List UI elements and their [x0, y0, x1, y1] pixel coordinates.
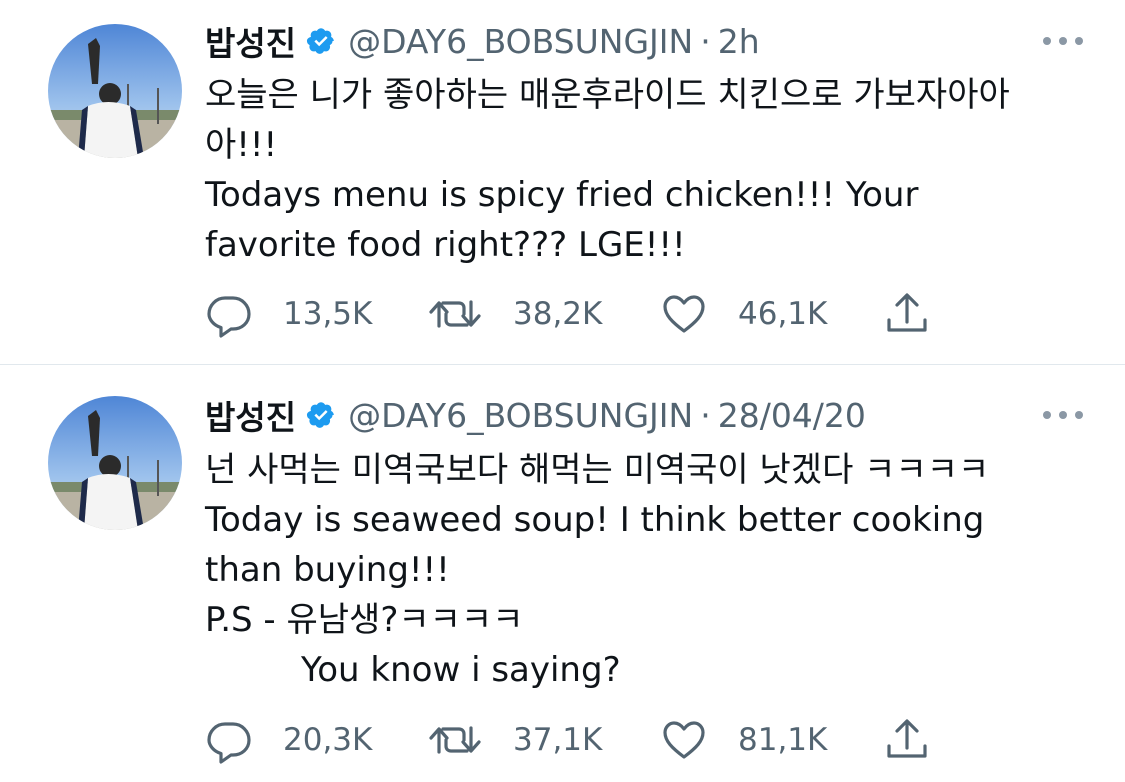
tweet-line: Today is seaweed soup! I think better co… [205, 500, 985, 540]
tweet[interactable]: 밥성진 @DAY6_BOBSUNGJIN · 28/04/20 넌 사먹는 미역… [0, 366, 1125, 782]
tweet-line: Todays menu is spicy fried chicken!!! Yo… [205, 175, 919, 215]
separator: · [700, 395, 711, 435]
share-icon [883, 716, 931, 764]
tweet-line: You know i saying? [301, 650, 621, 690]
tweet-text: 오늘은 니가 좋아하는 매운후라이드 치킨으로 가보자아아 아!!! Today… [205, 70, 1075, 270]
tweet-line: P.S - 유남생?ㅋㅋㅋㅋ [205, 600, 524, 640]
tweet-line: 넌 사먹는 미역국보다 해먹는 미역국이 낫겠다 ㅋㅋㅋㅋ [205, 450, 990, 490]
tweet-line: favorite food right??? LGE!!! [205, 225, 686, 265]
separator: · [700, 21, 711, 61]
reply-count: 13,5K [283, 296, 373, 332]
share-icon [883, 290, 931, 338]
reply-button[interactable]: 13,5K [205, 289, 372, 339]
avatar[interactable] [48, 24, 182, 158]
like-button[interactable]: 81,1K [660, 715, 827, 765]
retweet-button[interactable]: 38,2K [427, 289, 602, 339]
heart-icon [660, 290, 708, 338]
user-handle[interactable]: @DAY6_BOBSUNGJIN [348, 396, 693, 435]
tweet-line: than buying!!! [205, 550, 450, 590]
tweet-line: 아!!! [205, 125, 278, 165]
avatar[interactable] [48, 396, 182, 530]
more-dots-icon[interactable] [1025, 390, 1085, 440]
tweet-line: 오늘은 니가 좋아하는 매운후라이드 치킨으로 가보자아아 [205, 75, 1010, 115]
retweet-button[interactable]: 37,1K [427, 715, 602, 765]
timestamp[interactable]: 28/04/20 [718, 396, 866, 435]
tweet-actions: 20,3K 37,1K 81,1K [205, 715, 965, 765]
like-count: 46,1K [738, 296, 828, 332]
tweet-feed: 밥성진 @DAY6_BOBSUNGJIN · 2h 오늘은 니가 좋아하는 매운… [0, 0, 1125, 782]
tweet-header: 밥성진 @DAY6_BOBSUNGJIN · 2h [205, 16, 1085, 66]
tweet-actions: 13,5K 38,2K 46,1K [205, 289, 965, 339]
like-count: 81,1K [738, 722, 828, 758]
retweet-icon [427, 716, 483, 764]
reply-button[interactable]: 20,3K [205, 715, 372, 765]
tweet-divider [0, 364, 1125, 365]
tweet[interactable]: 밥성진 @DAY6_BOBSUNGJIN · 2h 오늘은 니가 좋아하는 매운… [0, 0, 1125, 365]
like-button[interactable]: 46,1K [660, 289, 827, 339]
verified-badge-icon [306, 400, 336, 430]
share-button[interactable] [883, 289, 931, 339]
reply-bubble-icon [205, 290, 253, 338]
verified-badge-icon [306, 26, 336, 56]
retweet-count: 37,1K [513, 722, 603, 758]
timestamp[interactable]: 2h [718, 22, 760, 61]
reply-count: 20,3K [283, 722, 373, 758]
heart-icon [660, 716, 708, 764]
display-name[interactable]: 밥성진 [205, 17, 296, 65]
user-handle[interactable]: @DAY6_BOBSUNGJIN [348, 22, 693, 61]
display-name[interactable]: 밥성진 [205, 391, 296, 439]
retweet-icon [427, 290, 483, 338]
retweet-count: 38,2K [513, 296, 603, 332]
more-dots-icon[interactable] [1025, 16, 1085, 66]
reply-bubble-icon [205, 716, 253, 764]
share-button[interactable] [883, 715, 931, 765]
tweet-text: 넌 사먹는 미역국보다 해먹는 미역국이 낫겠다 ㅋㅋㅋㅋ Today is s… [205, 445, 1075, 695]
tweet-header: 밥성진 @DAY6_BOBSUNGJIN · 28/04/20 [205, 390, 1085, 440]
